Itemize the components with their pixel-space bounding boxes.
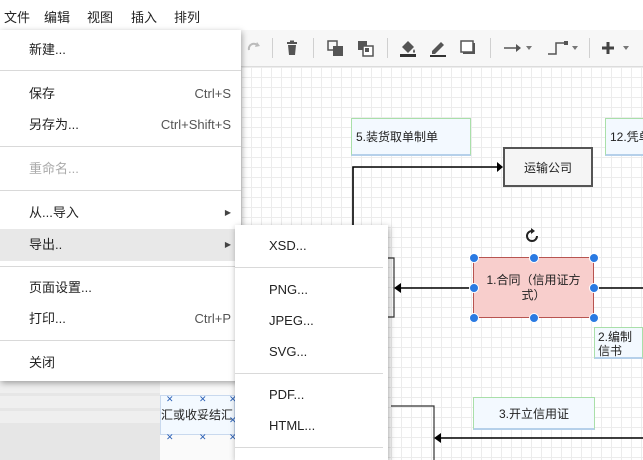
contract-text: 1.合同（信用证方式） — [486, 272, 581, 302]
toolbar — [241, 30, 643, 67]
menu-item-save-as[interactable]: 另存为... Ctrl+Shift+S — [0, 112, 241, 138]
menu-divider — [235, 267, 383, 268]
step-3-label[interactable]: 3.开立信用证 — [473, 397, 595, 430]
export-png-label: PNG... — [269, 282, 309, 297]
step-2-text: 2.编制信书 — [598, 330, 633, 358]
fill-color-icon[interactable] — [396, 30, 420, 66]
menu-item-close[interactable]: 关闭 — [0, 350, 241, 376]
menu-view[interactable]: 视图 — [87, 7, 113, 26]
menu-item-new-label: 新建... — [29, 42, 66, 57]
menu-item-print[interactable]: 打印... Ctrl+P — [0, 306, 241, 332]
waypoints-icon[interactable] — [543, 30, 581, 66]
to-back-icon[interactable] — [353, 30, 377, 66]
export-html[interactable]: HTML... — [235, 413, 388, 439]
menu-divider — [235, 447, 383, 448]
step-5-label[interactable]: 5.装货取单制单 — [351, 118, 471, 156]
resize-handle[interactable] — [469, 253, 479, 263]
delete-icon[interactable] — [281, 30, 303, 66]
export-html-label: HTML... — [269, 418, 316, 433]
selection-mark-icon: ✕ — [199, 432, 207, 442]
toolbar-divider — [272, 38, 273, 58]
menu-divider — [0, 340, 241, 341]
to-front-icon[interactable] — [323, 30, 347, 66]
menu-divider — [0, 146, 241, 147]
submenu-arrow-icon: ▶ — [224, 240, 231, 249]
menu-edit[interactable]: 编辑 — [44, 7, 70, 26]
line-color-icon[interactable] — [426, 30, 450, 66]
submenu-arrow-icon: ▶ — [224, 208, 231, 217]
export-jpeg[interactable]: JPEG... — [235, 308, 388, 334]
toolbar-divider — [490, 38, 491, 58]
selection-mark-icon: ✕ — [166, 432, 174, 442]
resize-handle[interactable] — [469, 283, 479, 293]
resize-handle[interactable] — [469, 313, 479, 323]
menu-divider — [235, 373, 383, 374]
export-pdf[interactable]: PDF... — [235, 382, 388, 408]
export-xsd-label: XSD... — [269, 238, 307, 253]
menu-item-page-setup[interactable]: 页面设置... — [0, 275, 241, 301]
menu-file[interactable]: 文件 — [4, 7, 30, 26]
shadow-icon[interactable] — [456, 30, 480, 66]
export-jpeg-label: JPEG... — [269, 313, 314, 328]
step-3-text: 3.开立信用证 — [498, 406, 569, 421]
menu-item-export[interactable]: 导出.. ▶ — [0, 229, 241, 261]
selection-mark-icon: ✕ — [199, 394, 207, 404]
menu-item-import-label: 从...导入 — [29, 205, 79, 220]
menu-item-print-shortcut: Ctrl+P — [194, 311, 231, 326]
shapes-sidebar — [0, 381, 160, 460]
insert-icon[interactable] — [597, 30, 633, 66]
selection-mark-icon: ✕ — [166, 394, 174, 404]
menu-item-import-from[interactable]: 从...导入 ▶ — [0, 200, 241, 226]
menu-item-new[interactable]: 新建... — [0, 37, 241, 63]
menu-item-close-label: 关闭 — [29, 355, 56, 370]
resize-handle[interactable] — [589, 253, 599, 263]
menu-item-save-as-shortcut: Ctrl+Shift+S — [160, 117, 231, 132]
sidebar-row — [0, 381, 160, 393]
step-5-text: 5.装货取单制单 — [356, 130, 439, 144]
sidebar-row — [0, 396, 160, 408]
export-pdf-label: PDF... — [269, 387, 305, 402]
menu-item-save-as-label: 另存为... — [29, 117, 79, 132]
contract-node[interactable]: 1.合同（信用证方式） — [473, 257, 594, 318]
menu-divider — [0, 70, 241, 71]
resize-handle[interactable] — [529, 313, 539, 323]
sidebar-shape-preview[interactable]: 汇或收妥结汇 ✕ ✕ ✕ ✕ ✕ ✕ ✕ — [160, 381, 241, 460]
menu-item-save[interactable]: 保存 Ctrl+S — [0, 81, 241, 107]
transport-company-node[interactable]: 运输公司 — [503, 147, 593, 187]
export-svg-label: SVG... — [269, 344, 308, 359]
menu-item-save-shortcut: Ctrl+S — [194, 86, 231, 101]
menu-divider — [0, 266, 241, 267]
step-12-text: 12.凭单 — [610, 130, 643, 144]
resize-handle[interactable] — [589, 283, 599, 293]
menu-item-rename: 重命名... — [0, 156, 241, 182]
toolbar-divider — [313, 38, 314, 58]
step-12-label[interactable]: 12.凭单 — [605, 118, 643, 156]
rotate-icon[interactable] — [523, 227, 541, 245]
export-svg[interactable]: SVG... — [235, 339, 388, 365]
menu-item-rename-label: 重命名... — [29, 161, 79, 176]
menu-item-print-label: 打印... — [29, 311, 66, 326]
toolbar-divider — [589, 38, 590, 58]
sidebar-row — [0, 411, 160, 423]
step-2-label[interactable]: 2.编制信书 — [594, 327, 643, 359]
file-menu: 新建... 保存 Ctrl+S 另存为... Ctrl+Shift+S 重命名.… — [0, 30, 241, 381]
transport-company-text: 运输公司 — [523, 160, 572, 175]
resize-handle[interactable] — [529, 253, 539, 263]
export-png[interactable]: PNG... — [235, 277, 388, 303]
export-submenu: XSD... PNG... JPEG... SVG... PDF... HTML… — [235, 225, 388, 460]
menu-arrange[interactable]: 排列 — [174, 7, 200, 26]
menu-item-page-setup-label: 页面设置... — [29, 280, 92, 295]
redo-icon[interactable] — [243, 30, 265, 66]
menu-item-save-label: 保存 — [29, 86, 56, 101]
menu-divider — [0, 190, 241, 191]
resize-handle[interactable] — [589, 313, 599, 323]
export-xsd[interactable]: XSD... — [235, 233, 388, 259]
connection-icon[interactable] — [499, 30, 535, 66]
menu-item-export-label: 导出.. — [29, 237, 63, 252]
menu-insert[interactable]: 插入 — [131, 7, 157, 26]
menubar: 文件 编辑 视图 插入 排列 — [0, 0, 643, 30]
toolbar-divider — [387, 38, 388, 58]
